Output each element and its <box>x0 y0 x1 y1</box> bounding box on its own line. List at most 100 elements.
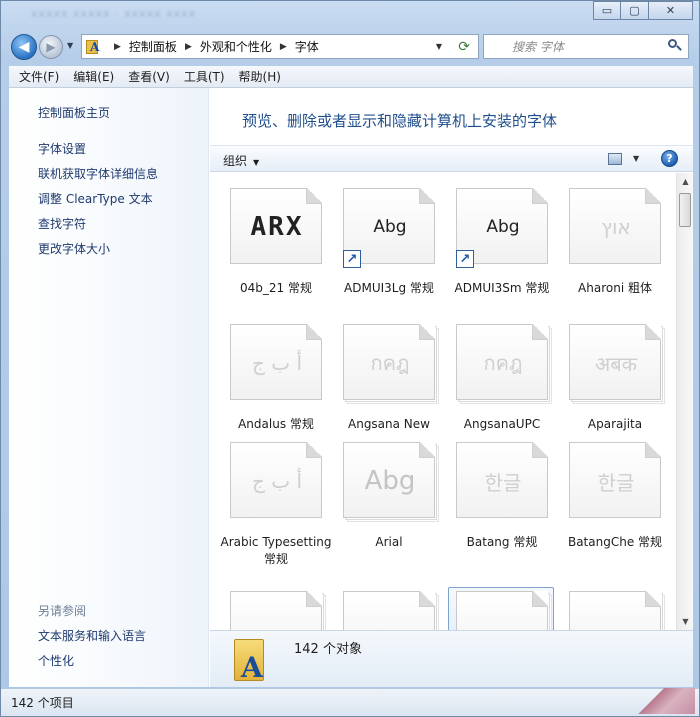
crumb-separator-icon[interactable]: ▶ <box>280 42 287 52</box>
breadcrumb-control-panel[interactable]: 控制面板 <box>129 38 177 55</box>
sidebar-link-control-panel-home[interactable]: 控制面板主页 <box>38 104 110 121</box>
explorer-window: xxxxx xxxxx · xxxxx xxxx ▭ ▢ ✕ ◀ ▶ ▼ A ▶… <box>0 0 700 717</box>
object-count: 142 个对象 <box>294 642 362 657</box>
search-input[interactable]: 搜索 字体 <box>483 34 689 59</box>
crumb-separator-icon[interactable]: ▶ <box>114 42 121 52</box>
font-name-label: ADMUI3Sm 常规 <box>454 281 550 295</box>
address-dropdown-icon[interactable]: ▼ <box>436 42 442 51</box>
font-sample-text: अबक <box>594 351 638 376</box>
font-preview-icon: ARX <box>230 188 326 264</box>
font-preview-icon: Abg ↗ <box>456 188 552 268</box>
font-sample-text: אוץ <box>601 215 631 239</box>
font-preview-icon: أ ب ج <box>230 324 326 400</box>
font-name-label: Arial <box>375 535 403 549</box>
maximize-button[interactable]: ▢ <box>621 1 649 20</box>
shortcut-arrow-icon: ↗ <box>456 250 474 268</box>
blurred-title-text: xxxxx xxxxx · xxxxx xxxx <box>31 7 197 20</box>
font-preview-icon <box>569 591 665 630</box>
forward-button[interactable]: ▶ <box>39 35 63 59</box>
navigation-bar: ◀ ▶ ▼ A ▶ 控制面板 ▶ 外观和个性化 ▶ 字体 ▼ ⟳ 搜索 字体 <box>9 32 693 62</box>
menu-view[interactable]: 查看(V) <box>121 68 177 85</box>
sidebar-link-find-character[interactable]: 查找字符 <box>38 215 86 232</box>
breadcrumb-fonts[interactable]: 字体 <box>295 38 319 55</box>
fonts-folder-icon: A <box>230 637 268 685</box>
scroll-up-icon[interactable]: ▲ <box>677 173 694 190</box>
font-sample-text: Abg <box>364 466 416 496</box>
recent-pages-dropdown[interactable]: ▼ <box>67 41 73 50</box>
address-box[interactable]: A ▶ 控制面板 ▶ 外观和个性化 ▶ 字体 ▼ ⟳ <box>81 34 479 59</box>
font-name-label: 04b_21 常规 <box>240 281 312 295</box>
font-preview-icon: אוץ <box>569 188 665 264</box>
font-sample-text: กคฎ <box>370 351 410 375</box>
command-bar: 组织 ▼ ▼ ? <box>210 145 693 172</box>
close-button[interactable]: ✕ <box>649 1 693 20</box>
menu-edit[interactable]: 编辑(E) <box>66 68 121 85</box>
details-pane: A 142 个对象 <box>210 630 693 687</box>
menu-help[interactable]: 帮助(H) <box>232 68 288 85</box>
menu-bar: 文件(F) 编辑(E) 查看(V) 工具(T) 帮助(H) <box>9 66 693 88</box>
menu-tools[interactable]: 工具(T) <box>177 68 232 85</box>
organize-label: 组织 <box>223 154 248 168</box>
font-name-label: Aharoni 粗体 <box>578 281 652 295</box>
back-button[interactable]: ◀ <box>11 34 37 60</box>
refresh-icon[interactable]: ⟳ <box>458 39 470 55</box>
breadcrumb-appearance[interactable]: 外观和个性化 <box>200 38 272 55</box>
sidebar-link-font-settings[interactable]: 字体设置 <box>38 140 86 157</box>
navigation-pane: 控制面板主页 字体设置 联机获取字体详细信息 调整 ClearType 文本 查… <box>9 88 209 687</box>
view-options-icon[interactable] <box>608 153 622 165</box>
search-placeholder: 搜索 字体 <box>512 40 564 54</box>
sidebar-link-personalization[interactable]: 个性化 <box>38 652 74 669</box>
title-bar[interactable]: xxxxx xxxxx · xxxxx xxxx ▭ ▢ ✕ <box>1 1 699 29</box>
font-name-label: BatangChe 常规 <box>567 535 663 549</box>
font-preview-icon <box>230 591 326 630</box>
menu-file[interactable]: 文件(F) <box>12 68 66 85</box>
view-dropdown-icon[interactable]: ▼ <box>633 154 639 163</box>
back-arrow-icon: ◀ <box>18 39 30 55</box>
font-grid: ARX 04b_21 常规 Abg ↗ ADMUI3Lg 常规 Abg ↗ ADMUI3Sm … <box>210 173 676 630</box>
font-name-label: AngsanaUPC <box>463 417 541 431</box>
sidebar-link-change-font-size[interactable]: 更改字体大小 <box>38 240 110 257</box>
scroll-thumb[interactable] <box>679 193 691 227</box>
shortcut-arrow-icon: ↗ <box>343 250 361 268</box>
status-item-count: 142 个项目 <box>11 696 74 710</box>
font-preview-icon: अबक <box>569 324 665 404</box>
font-preview-icon <box>343 591 439 630</box>
font-preview-icon: กคฎ <box>343 324 439 404</box>
scroll-down-icon[interactable]: ▼ <box>677 613 694 630</box>
font-name-label: Arabic Typesetting 常规 <box>220 535 332 566</box>
font-name-label: Andalus 常规 <box>238 417 314 431</box>
font-preview-icon <box>456 591 552 630</box>
status-bar: 142 个项目 <box>1 688 699 716</box>
font-sample-text: ARX <box>250 212 304 242</box>
vertical-scrollbar[interactable]: ▲ ▼ <box>676 173 693 630</box>
chevron-down-icon: ▼ <box>253 158 260 167</box>
font-sample-text: 한글 <box>597 470 635 495</box>
crumb-separator-icon[interactable]: ▶ <box>185 42 192 52</box>
font-name-label: Aparajita <box>587 417 643 431</box>
fonts-folder-icon: A <box>86 39 100 55</box>
help-icon[interactable]: ? <box>661 150 678 167</box>
window-controls: ▭ ▢ ✕ <box>593 1 693 20</box>
font-preview-icon: 한글 <box>569 442 665 518</box>
resize-grip[interactable] <box>633 688 695 714</box>
font-sample-text: أ ب ج <box>251 469 302 493</box>
search-icon[interactable] <box>668 39 682 53</box>
font-name-label: Angsana New <box>348 417 430 431</box>
font-preview-icon: Abg ↗ <box>343 188 439 268</box>
forward-arrow-icon: ▶ <box>46 40 56 54</box>
font-sample-text: 한글 <box>484 470 522 495</box>
content-area: 控制面板主页 字体设置 联机获取字体详细信息 调整 ClearType 文本 查… <box>9 88 693 687</box>
font-sample-text: กคฎ <box>483 351 523 375</box>
organize-button[interactable]: 组织 ▼ <box>223 152 259 169</box>
font-sample-text: أ ب ج <box>251 351 302 375</box>
font-preview-icon: أ ب ج <box>230 442 326 518</box>
font-name-label: ADMUI3Lg 常规 <box>344 281 434 295</box>
minimize-button[interactable]: ▭ <box>593 1 621 20</box>
sidebar-link-adjust-cleartype[interactable]: 调整 ClearType 文本 <box>38 190 153 207</box>
main-pane: 预览、删除或者显示和隐藏计算机上安装的字体 组织 ▼ ▼ ? ARX 04b_21 … <box>210 88 693 687</box>
sidebar-link-text-services[interactable]: 文本服务和输入语言 <box>38 627 146 644</box>
font-preview-icon: 한글 <box>456 442 552 518</box>
font-name-label: Batang 常规 <box>466 535 538 549</box>
sidebar-link-get-font-info-online[interactable]: 联机获取字体详细信息 <box>38 165 158 182</box>
font-preview-icon: Abg <box>343 442 439 522</box>
